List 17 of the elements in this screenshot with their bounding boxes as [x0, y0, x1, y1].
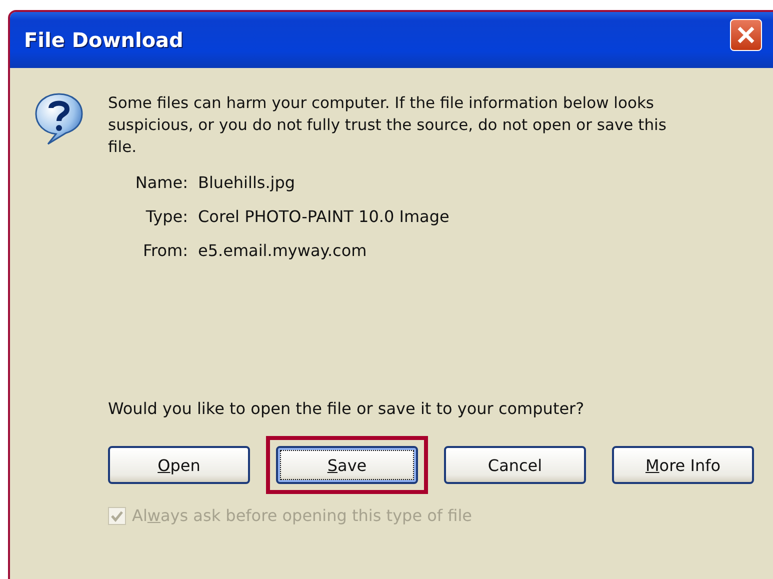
- dialog-button[interactable]: Save: [276, 446, 418, 484]
- info-value: Bluehills.jpg: [198, 172, 296, 194]
- window-title: File Download: [24, 28, 184, 52]
- dialog-button[interactable]: Cancel: [444, 446, 586, 484]
- dialog-button[interactable]: Open: [108, 446, 250, 484]
- question-icon: [34, 92, 84, 146]
- warning-message: Some files can harm your computer. If the file information below looks suspicious, or you do not fully trust the source, do not open or save this file.: [108, 93, 668, 158]
- info-value: e5.email.myway.com: [198, 240, 368, 262]
- dialog-button[interactable]: More Info: [612, 446, 754, 484]
- close-button[interactable]: [730, 19, 762, 51]
- question-text: Would you like to open the file or save it to your computer?: [108, 398, 586, 420]
- info-label: Type:: [144, 206, 188, 228]
- info-label: From:: [142, 240, 188, 262]
- close-icon: [736, 25, 756, 45]
- checkbox-label: Always ask before opening this type of file: [132, 506, 472, 525]
- info-value: Corel PHOTO-PAINT 10.0 Image: [198, 206, 450, 228]
- info-label: Name:: [134, 172, 188, 194]
